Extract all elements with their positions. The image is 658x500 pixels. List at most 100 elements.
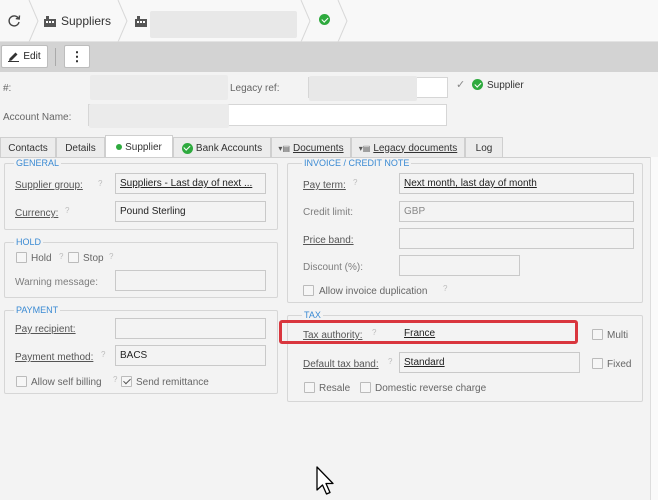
help-icon: ? bbox=[98, 179, 103, 188]
help-icon: ? bbox=[101, 350, 106, 359]
refresh-icon[interactable] bbox=[6, 13, 22, 29]
scrollbar[interactable] bbox=[650, 157, 658, 500]
more-icon: ⋮ bbox=[70, 48, 84, 64]
breadcrumb-separator bbox=[337, 0, 348, 42]
tab-details-label: Details bbox=[65, 142, 96, 154]
warning-message-field[interactable] bbox=[115, 270, 266, 291]
tab-log[interactable]: Log bbox=[465, 137, 503, 158]
tab-contacts[interactable]: Contacts bbox=[0, 137, 56, 158]
tab-supplier-label: Supplier bbox=[125, 141, 162, 153]
breadcrumb-separator bbox=[300, 0, 311, 42]
supplier-group-label[interactable]: Supplier group: bbox=[15, 180, 83, 191]
allow-self-billing-label: Allow self billing bbox=[31, 377, 102, 388]
supplier-flag-label: Supplier bbox=[487, 80, 524, 91]
invoice-title: INVOICE / CREDIT NOTE bbox=[302, 158, 412, 168]
building-icon bbox=[44, 16, 56, 27]
pay-term-label[interactable]: Pay term: bbox=[303, 180, 346, 191]
pencil-icon bbox=[8, 52, 20, 62]
default-tax-band-label[interactable]: Default tax band: bbox=[303, 359, 379, 370]
check-circle-icon bbox=[181, 142, 193, 154]
supplier-group-field[interactable]: Suppliers - Last day of next ... bbox=[115, 173, 266, 194]
resale-label: Resale bbox=[319, 383, 351, 394]
resale-checkbox[interactable] bbox=[304, 382, 315, 393]
discount-label: Discount (%): bbox=[303, 262, 364, 273]
tax-authority-highlight bbox=[279, 320, 578, 344]
tab-legacy-documents-label: Legacy documents bbox=[373, 142, 458, 154]
breadcrumb-bar: Suppliers bbox=[0, 0, 658, 42]
allow-invoice-duplication-label: Allow invoice duplication bbox=[319, 286, 428, 297]
help-icon: ? bbox=[59, 252, 64, 261]
tab-supplier[interactable]: Supplier bbox=[105, 135, 173, 158]
redacted-supplier-name[interactable] bbox=[150, 11, 297, 38]
multi-checkbox[interactable] bbox=[592, 329, 603, 340]
mouse-cursor-icon bbox=[316, 466, 334, 495]
tab-bank-accounts-label: Bank Accounts bbox=[195, 142, 263, 154]
default-tax-band-field[interactable]: Standard bbox=[399, 352, 580, 373]
payment-method-label[interactable]: Payment method: bbox=[15, 352, 93, 363]
domestic-reverse-charge-label: Domestic reverse charge bbox=[375, 383, 487, 394]
credit-limit-field[interactable]: GBP bbox=[399, 201, 634, 222]
domestic-reverse-charge-checkbox[interactable] bbox=[360, 382, 371, 393]
breadcrumb-separator bbox=[117, 0, 128, 42]
allow-invoice-duplication-checkbox[interactable] bbox=[303, 285, 314, 296]
tax-title: TAX bbox=[302, 310, 323, 320]
tab-documents[interactable]: ▾▤ Documents bbox=[271, 137, 351, 158]
active-dot-icon bbox=[116, 144, 123, 150]
hold-title: HOLD bbox=[14, 237, 44, 247]
legacy-ref-label: Legacy ref: bbox=[230, 83, 280, 94]
checkmark-icon: ✓ bbox=[456, 79, 466, 91]
allow-self-billing-checkbox[interactable] bbox=[16, 376, 27, 387]
hold-checkbox[interactable] bbox=[16, 252, 27, 263]
number-label: #: bbox=[3, 83, 12, 94]
warning-message-label: Warning message: bbox=[15, 277, 98, 288]
edit-label: Edit bbox=[23, 51, 41, 62]
number-field[interactable] bbox=[90, 75, 228, 100]
currency-label[interactable]: Currency: bbox=[15, 208, 58, 219]
fixed-label: Fixed bbox=[607, 359, 632, 370]
toolbar-divider bbox=[55, 48, 56, 66]
tab-details[interactable]: Details bbox=[56, 137, 105, 158]
stop-checkbox[interactable] bbox=[68, 252, 79, 263]
check-circle-icon bbox=[472, 79, 483, 90]
pay-recipient-field[interactable] bbox=[115, 318, 266, 339]
edit-button[interactable]: Edit bbox=[1, 45, 48, 68]
tab-documents-label: Documents bbox=[293, 142, 344, 154]
building-icon bbox=[135, 16, 147, 27]
help-icon: ? bbox=[109, 252, 114, 261]
more-options-button[interactable]: ⋮ bbox=[64, 45, 90, 68]
fixed-checkbox[interactable] bbox=[592, 358, 603, 369]
credit-limit-label: Credit limit: bbox=[303, 207, 354, 218]
currency-field[interactable]: Pound Sterling bbox=[115, 201, 266, 222]
hold-label: Hold bbox=[31, 253, 52, 264]
help-icon: ? bbox=[353, 178, 358, 187]
general-title: GENERAL bbox=[14, 158, 62, 168]
multi-label: Multi bbox=[607, 330, 629, 341]
tab-contacts-label: Contacts bbox=[8, 142, 48, 154]
price-band-field[interactable] bbox=[399, 228, 634, 249]
check-circle-icon bbox=[319, 14, 330, 25]
tab-log-label: Log bbox=[475, 142, 493, 154]
stop-label: Stop bbox=[83, 253, 104, 264]
documents-icon: ▾▤ bbox=[278, 143, 290, 153]
account-name-label: Account Name: bbox=[3, 112, 72, 123]
tab-bank-accounts[interactable]: Bank Accounts bbox=[173, 137, 271, 158]
help-icon: ? bbox=[113, 375, 118, 384]
payment-title: PAYMENT bbox=[14, 305, 61, 315]
tab-legacy-documents[interactable]: ▾▤ Legacy documents bbox=[351, 137, 465, 158]
help-icon: ? bbox=[443, 284, 448, 293]
pay-term-field[interactable]: Next month, last day of month bbox=[399, 173, 634, 194]
breadcrumb-separator bbox=[28, 0, 39, 42]
toolbar: Edit ⋮ bbox=[0, 42, 658, 72]
breadcrumb-suppliers[interactable]: Suppliers bbox=[61, 14, 111, 28]
payment-method-field[interactable]: BACS bbox=[115, 345, 266, 366]
redacted-account-name bbox=[89, 104, 229, 128]
pay-recipient-label[interactable]: Pay recipient: bbox=[15, 324, 76, 335]
send-remittance-checkbox[interactable] bbox=[121, 376, 132, 387]
send-remittance-label: Send remittance bbox=[136, 377, 209, 388]
price-band-label[interactable]: Price band: bbox=[303, 235, 354, 246]
help-icon: ? bbox=[388, 357, 393, 366]
documents-icon: ▾▤ bbox=[358, 143, 371, 153]
help-icon: ? bbox=[65, 206, 70, 215]
redacted-legacy-ref bbox=[309, 76, 417, 101]
discount-field[interactable] bbox=[399, 255, 520, 276]
